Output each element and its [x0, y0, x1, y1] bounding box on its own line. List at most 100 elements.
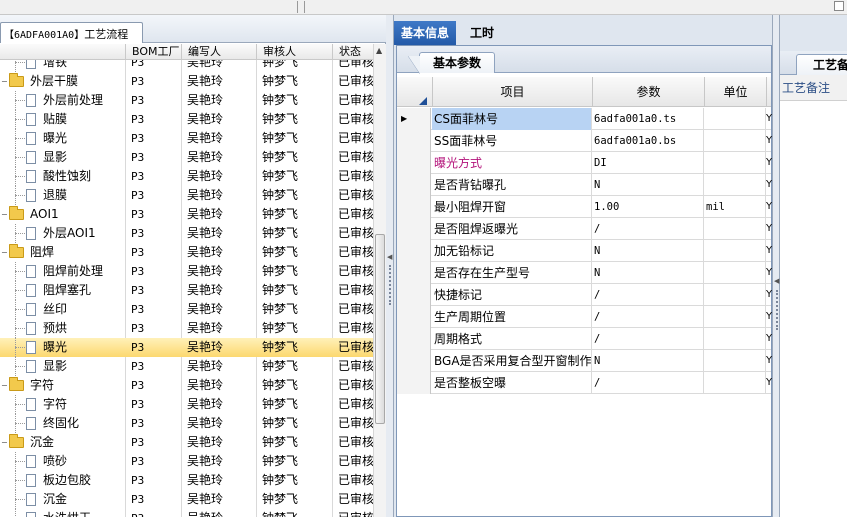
tree-item-row[interactable]: 预烘 P3 吴艳玲 钟梦飞 已审核 — [0, 319, 373, 338]
tree-item-row[interactable]: 阻焊塞孔 P3 吴艳玲 钟梦飞 已审核 — [0, 281, 373, 300]
scroll-up-icon[interactable]: ▲ — [376, 46, 382, 55]
tree-folder-row[interactable]: − 外层干膜 P3 吴艳玲 钟梦飞 已审核 — [0, 72, 373, 91]
right-splitter[interactable]: ◀ — [772, 15, 780, 517]
tree-item-row[interactable]: 终固化 P3 吴艳玲 钟梦飞 已审核 — [0, 414, 373, 433]
param-cell[interactable]: / — [592, 328, 704, 350]
param-cell[interactable]: / — [592, 218, 704, 240]
param-row[interactable]: SS面菲林号 6adfa001a0.bs Y — [397, 130, 772, 152]
tree-item-row[interactable]: 阻焊前处理 P3 吴艳玲 钟梦飞 已审核 — [0, 262, 373, 281]
col-header-reviewer[interactable]: 审核人 — [256, 44, 332, 60]
collapse-icon[interactable]: − — [1, 210, 8, 219]
param-row[interactable]: 是否存在生产型号 N Y — [397, 262, 772, 284]
param-cell[interactable]: DI — [592, 152, 704, 174]
tree-item-row[interactable]: 显影 P3 吴艳玲 钟梦飞 已审核 — [0, 357, 373, 376]
toolbar-grip-icon[interactable] — [297, 1, 305, 13]
tree-folder-row[interactable]: − AOI1 P3 吴艳玲 钟梦飞 已审核 — [0, 205, 373, 224]
col-header-param[interactable]: 参数 — [592, 77, 704, 107]
param-row[interactable]: 快捷标记 / Y — [397, 284, 772, 306]
tab-work-hours[interactable]: 工时 — [463, 21, 501, 45]
param-row[interactable]: 周期格式 / Y — [397, 328, 772, 350]
tree-folder-row[interactable]: − 阻焊 P3 吴艳玲 钟梦飞 已审核 — [0, 243, 373, 262]
tree-item-row[interactable]: 外层前处理 P3 吴艳玲 钟梦飞 已审核 — [0, 91, 373, 110]
tree-item-row[interactable]: 显影 P3 吴艳玲 钟梦飞 已审核 — [0, 148, 373, 167]
param-row[interactable]: 是否背钻曝孔 N Y — [397, 174, 772, 196]
collapse-icon[interactable]: − — [1, 248, 8, 257]
col-header-extra[interactable] — [766, 77, 771, 107]
item-cell: 是否整板空曝 — [432, 372, 592, 394]
row-header[interactable] — [397, 284, 431, 306]
tab-process-flow[interactable]: 【6ADFA001A0】工艺流程 — [0, 22, 143, 43]
collapse-icon[interactable]: − — [1, 77, 8, 86]
row-header[interactable] — [397, 130, 431, 152]
tree-item-row[interactable]: 丝印 P3 吴艳玲 钟梦飞 已审核 — [0, 300, 373, 319]
param-row[interactable]: 是否阻焊返曝光 / Y — [397, 218, 772, 240]
row-header[interactable] — [397, 350, 431, 372]
param-cell[interactable]: N — [592, 350, 704, 372]
row-header[interactable] — [397, 152, 431, 174]
row-header[interactable] — [397, 262, 431, 284]
bom-cell: P3 — [131, 132, 145, 145]
item-cell: 曝光方式 — [432, 152, 592, 174]
param-row[interactable]: BGA是否采用复合型开窗制作 N Y — [397, 350, 772, 372]
param-cell[interactable]: N — [592, 174, 704, 196]
reviewer-cell: 钟梦飞 — [262, 359, 299, 373]
tab-basic-params[interactable]: 基本参数 — [408, 52, 495, 74]
collapse-left-icon[interactable]: ◀ — [387, 253, 392, 261]
scroll-thumb[interactable] — [375, 234, 385, 424]
tree-item-row[interactable]: 外层AOI1 P3 吴艳玲 钟梦飞 已审核 — [0, 224, 373, 243]
tree-folder-row[interactable]: − 沉金 P3 吴艳玲 钟梦飞 已审核 — [0, 433, 373, 452]
param-cell[interactable]: / — [592, 306, 704, 328]
row-header[interactable] — [397, 328, 431, 350]
col-header-unit[interactable]: 单位 — [704, 77, 766, 107]
window-box-icon[interactable] — [834, 1, 844, 11]
param-row[interactable]: 加无铅标记 N Y — [397, 240, 772, 262]
row-header[interactable] — [397, 196, 431, 218]
left-splitter[interactable]: ◀ — [386, 15, 394, 517]
row-header[interactable]: ▶ — [397, 108, 431, 130]
param-row[interactable]: 生产周期位置 / Y — [397, 306, 772, 328]
collapse-icon[interactable]: − — [1, 438, 8, 447]
param-cell[interactable]: / — [592, 372, 704, 394]
row-header[interactable] — [397, 240, 431, 262]
row-header[interactable] — [397, 174, 431, 196]
tree-node: 沉金 — [0, 490, 125, 509]
param-row[interactable]: 最小阻焊开窗 1.00 mil Y — [397, 196, 772, 218]
param-cell[interactable]: 1.00 — [592, 196, 704, 218]
param-cell[interactable]: / — [592, 284, 704, 306]
document-icon — [26, 398, 36, 411]
tree-scrollbar[interactable]: ▲ — [373, 44, 386, 517]
tree-item-row[interactable]: 字符 P3 吴艳玲 钟梦飞 已审核 — [0, 395, 373, 414]
tree-item-row[interactable]: 贴膜 P3 吴艳玲 钟梦飞 已审核 — [0, 110, 373, 129]
col-header-bom[interactable]: BOM工厂 — [125, 44, 181, 60]
col-header-writer[interactable]: 编写人 — [181, 44, 256, 60]
tree-item-row[interactable]: 增铁 P3 吴艳玲 钟梦飞 已审核 — [0, 60, 373, 72]
col-header-item[interactable]: 项目 — [432, 77, 592, 107]
tree-item-row[interactable]: 喷砂 P3 吴艳玲 钟梦飞 已审核 — [0, 452, 373, 471]
tree-item-row[interactable]: 水洗烘干 P3 吴艳玲钟梦飞已审核 — [0, 509, 373, 517]
tree-item-row[interactable]: 曝光 P3 吴艳玲 钟梦飞 已审核 — [0, 129, 373, 148]
bom-cell: P3 — [131, 60, 145, 69]
param-cell[interactable]: N — [592, 262, 704, 284]
param-cell[interactable]: 6adfa001a0.bs — [592, 130, 704, 152]
row-header[interactable] — [397, 218, 431, 240]
tree-item-row[interactable]: 曝光 P3 吴艳玲 钟梦飞 已审核 — [0, 338, 373, 357]
tree-folder-row[interactable]: − 字符 P3 吴艳玲 钟梦飞 已审核 — [0, 376, 373, 395]
param-row[interactable]: ▶ CS面菲林号 6adfa001a0.ts Y — [397, 108, 772, 130]
tree-item-row[interactable]: 酸性蚀刻 P3 吴艳玲 钟梦飞 已审核 — [0, 167, 373, 186]
tab-basic-info[interactable]: 基本信息 — [394, 21, 457, 45]
reviewer-cell: 钟梦飞 — [262, 264, 299, 278]
tree-item-row[interactable]: 板边包胶 P3 吴艳玲 钟梦飞 已审核 — [0, 471, 373, 490]
collapse-icon[interactable]: − — [1, 381, 8, 390]
param-row[interactable]: 曝光方式 DI Y — [397, 152, 772, 174]
writer-cell: 吴艳玲 — [187, 60, 224, 69]
tree-item-row[interactable]: 沉金 P3 吴艳玲 钟梦飞 已审核 — [0, 490, 373, 509]
tab-process-notes[interactable]: 工艺备注 — [796, 54, 847, 75]
tree-item-row[interactable]: 退膜 P3 吴艳玲 钟梦飞 已审核 — [0, 186, 373, 205]
row-header[interactable] — [397, 306, 431, 328]
param-cell[interactable]: 6adfa001a0.ts — [592, 108, 704, 130]
param-cell[interactable]: N — [592, 240, 704, 262]
collapse-right-icon[interactable]: ◀ — [774, 277, 779, 285]
row-header[interactable] — [397, 372, 431, 394]
param-row[interactable]: 是否整板空曝 / Y — [397, 372, 772, 394]
col-header-state[interactable]: 状态 — [332, 44, 373, 60]
